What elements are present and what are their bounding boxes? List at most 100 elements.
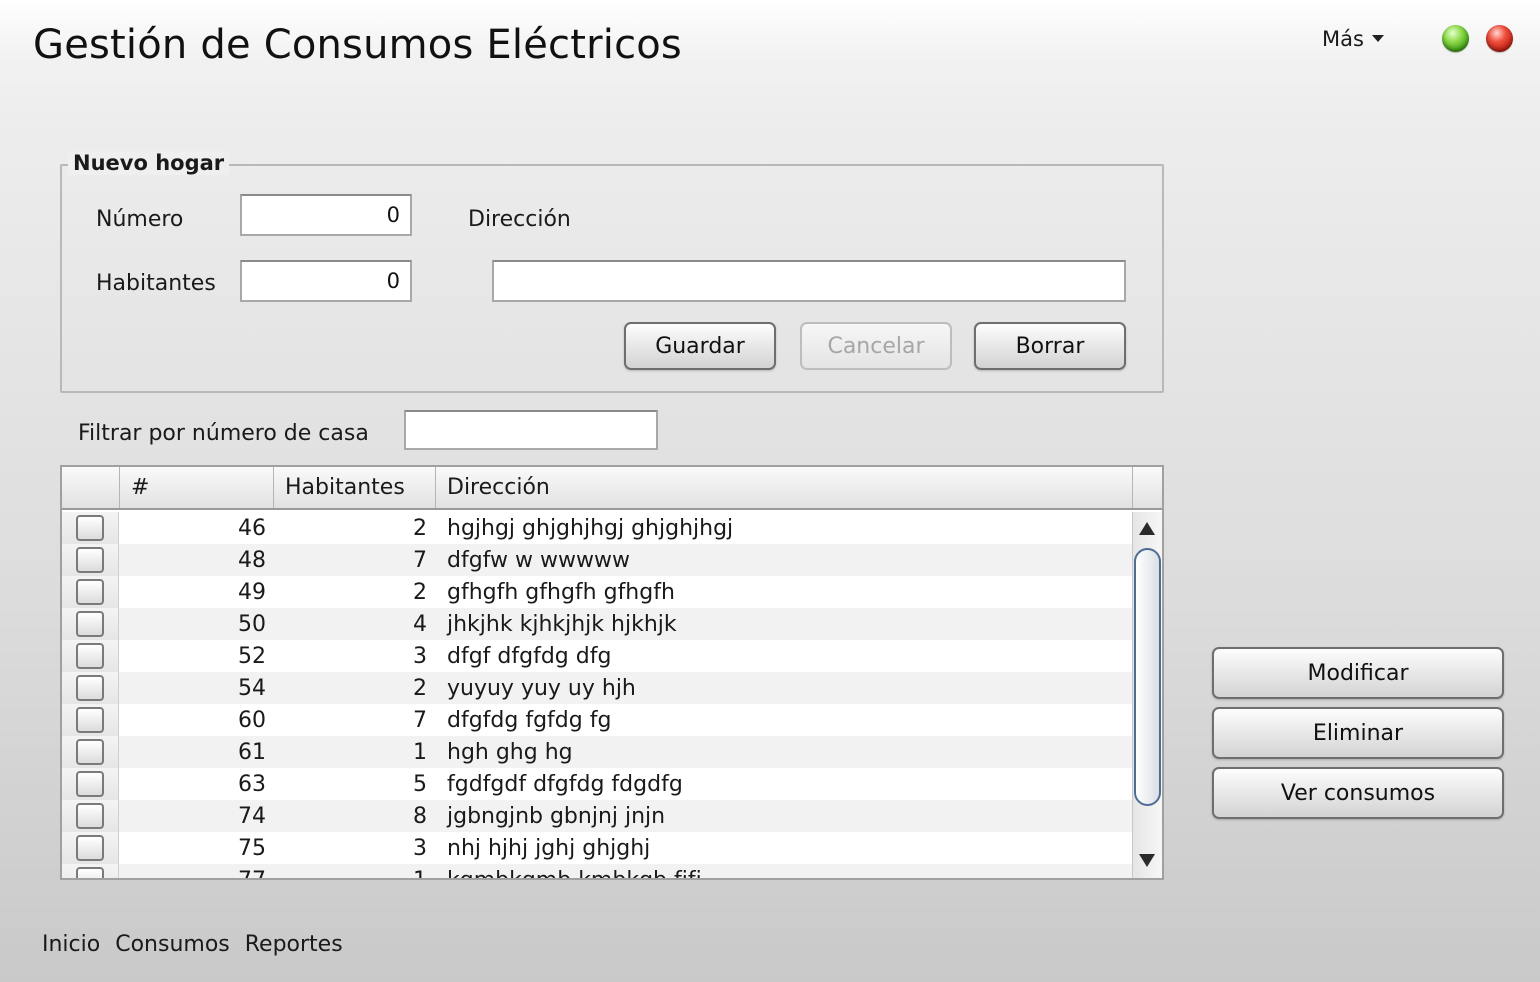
table-row[interactable]: 60 7 dfgfdg fgfdg fg <box>62 704 1132 736</box>
row-select-cell <box>62 576 119 608</box>
row-select-cell <box>62 864 119 878</box>
cell-number: 49 <box>238 580 266 605</box>
row-select-cell <box>62 640 119 672</box>
cell-direccion: nhj hjhj jghj ghjghj <box>447 836 651 861</box>
cell-habitantes: 8 <box>413 804 427 829</box>
row-checkbox[interactable] <box>76 515 104 541</box>
cell-number: 48 <box>238 548 266 573</box>
cell-habitantes: 5 <box>413 772 427 797</box>
eliminar-button[interactable]: Eliminar <box>1212 707 1504 759</box>
habitantes-label: Habitantes <box>96 271 216 296</box>
row-checkbox[interactable] <box>76 611 104 637</box>
numero-input[interactable] <box>240 194 412 236</box>
table-header: # Habitantes Dirección <box>62 467 1162 510</box>
table-row[interactable]: 75 3 nhj hjhj jghj ghjghj <box>62 832 1132 864</box>
cell-number: 60 <box>238 708 266 733</box>
filter-label: Filtrar por número de casa <box>78 421 369 446</box>
new-home-legend: Nuevo hogar <box>68 151 230 175</box>
habitantes-input[interactable] <box>240 260 412 302</box>
modificar-button[interactable]: Modificar <box>1212 647 1504 699</box>
row-checkbox[interactable] <box>76 643 104 669</box>
cell-direccion: dfgfdg fgfdg fg <box>447 708 612 733</box>
cell-habitantes: 2 <box>413 676 427 701</box>
row-select-cell <box>62 800 119 832</box>
cell-habitantes: 1 <box>274 864 427 878</box>
column-header-corner <box>1133 467 1162 508</box>
scroll-down-arrow-icon[interactable] <box>1139 854 1155 867</box>
row-checkbox[interactable] <box>76 867 104 878</box>
column-header-select[interactable] <box>62 467 120 508</box>
cell-direccion: hgh ghg hg <box>447 740 573 765</box>
row-select-cell <box>62 672 119 704</box>
table-row[interactable]: 74 8 jgbngjnb gbnjnj jnjn <box>62 800 1132 832</box>
cell-number: 61 <box>238 740 266 765</box>
row-checkbox[interactable] <box>76 739 104 765</box>
cell-direccion: dfgfw w wwwww <box>447 548 630 573</box>
cell-direccion: gfhgfh gfhgfh gfhgfh <box>447 580 675 605</box>
nav-inicio[interactable]: Inicio <box>42 932 100 957</box>
footer-nav: Inicio Consumos Reportes <box>42 932 351 957</box>
cell-direccion: kgmbkgmb kmbkgb fjfj <box>447 864 1127 878</box>
row-select-cell <box>62 544 119 576</box>
row-checkbox[interactable] <box>76 707 104 733</box>
more-menu[interactable]: Más <box>1322 27 1384 51</box>
column-header-habitantes[interactable]: Habitantes <box>274 467 436 508</box>
nav-reportes[interactable]: Reportes <box>245 932 343 957</box>
cell-number: 74 <box>238 804 266 829</box>
table-row[interactable]: 63 5 fgdfgdf dfgfdg fdgdfg <box>62 768 1132 800</box>
cell-habitantes: 2 <box>413 580 427 605</box>
table-row[interactable]: 49 2 gfhgfh gfhgfh gfhgfh <box>62 576 1132 608</box>
row-select-cell <box>62 736 119 768</box>
cell-number: 77 <box>120 864 266 878</box>
row-select-cell <box>62 512 119 544</box>
ver-consumos-button[interactable]: Ver consumos <box>1212 767 1504 819</box>
cancelar-button[interactable]: Cancelar <box>800 322 952 370</box>
table-row[interactable]: 48 7 dfgfw w wwwww <box>62 544 1132 576</box>
column-header-direccion[interactable]: Dirección <box>436 467 1133 508</box>
maximize-orb-icon[interactable] <box>1442 25 1469 52</box>
row-select-cell <box>62 768 119 800</box>
scroll-thumb[interactable] <box>1134 548 1161 806</box>
scroll-up-arrow-icon[interactable] <box>1139 522 1155 535</box>
close-orb-icon[interactable] <box>1486 25 1513 52</box>
cell-number: 52 <box>238 644 266 669</box>
table-row[interactable]: 50 4 jhkjhk kjhkjhjk hjkhjk <box>62 608 1132 640</box>
table-body: 46 2 hgjhgj ghjghjhgj ghjghjhgj 48 7 dfgfw w … <box>62 512 1132 878</box>
nav-consumos[interactable]: Consumos <box>115 932 230 957</box>
guardar-button[interactable]: Guardar <box>624 322 776 370</box>
cell-habitantes: 2 <box>413 516 427 541</box>
cell-number: 75 <box>238 836 266 861</box>
row-checkbox[interactable] <box>76 803 104 829</box>
row-checkbox[interactable] <box>76 547 104 573</box>
cell-habitantes: 3 <box>413 644 427 669</box>
cell-direccion: jhkjhk kjhkjhjk hjkhjk <box>447 612 677 637</box>
direccion-input[interactable] <box>492 260 1126 302</box>
direccion-label: Dirección <box>468 207 571 232</box>
cell-direccion: dfgf dfgfdg dfg <box>447 644 612 669</box>
borrar-button[interactable]: Borrar <box>974 322 1126 370</box>
column-header-number[interactable]: # <box>120 467 274 508</box>
table-row[interactable]: 77 1 kgmbkgmb kmbkgb fjfj <box>62 864 1132 878</box>
cell-habitantes: 3 <box>413 836 427 861</box>
cell-habitantes: 7 <box>413 708 427 733</box>
cell-direccion: jgbngjnb gbnjnj jnjn <box>447 804 666 829</box>
cell-number: 63 <box>238 772 266 797</box>
cell-number: 46 <box>238 516 266 541</box>
row-checkbox[interactable] <box>76 835 104 861</box>
table-scrollbar[interactable] <box>1132 512 1162 878</box>
row-checkbox[interactable] <box>76 675 104 701</box>
row-checkbox[interactable] <box>76 579 104 605</box>
cell-direccion: hgjhgj ghjghjhgj ghjghjhgj <box>447 516 734 541</box>
table-row[interactable]: 61 1 hgh ghg hg <box>62 736 1132 768</box>
homes-table: # Habitantes Dirección 46 2 hgjhgj ghjghjh… <box>60 465 1164 880</box>
row-select-cell <box>62 608 119 640</box>
cell-habitantes: 7 <box>413 548 427 573</box>
table-row[interactable]: 54 2 yuyuy yuy uy hjh <box>62 672 1132 704</box>
table-row[interactable]: 46 2 hgjhgj ghjghjhgj ghjghjhgj <box>62 512 1132 544</box>
table-row[interactable]: 52 3 dfgf dfgfdg dfg <box>62 640 1132 672</box>
cell-number: 54 <box>238 676 266 701</box>
row-checkbox[interactable] <box>76 771 104 797</box>
numero-label: Número <box>96 207 184 232</box>
row-select-cell <box>62 704 119 736</box>
filter-input[interactable] <box>404 410 658 450</box>
